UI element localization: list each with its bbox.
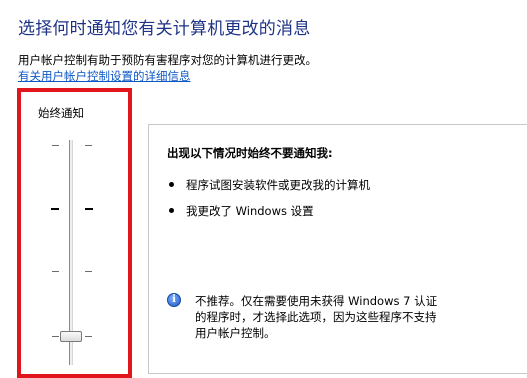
- bullet-icon: [169, 208, 174, 213]
- slider-tick-right-2: [85, 208, 93, 210]
- slider-tick-right-3: [85, 271, 92, 272]
- slider-tick-right-1: [85, 145, 92, 146]
- info-panel-heading: 出现以下情况时始终不要通知我:: [167, 146, 333, 160]
- slider-tick-right-4: [85, 336, 92, 337]
- info-bullet-item: 程序试图安装软件或更改我的计算机: [169, 177, 370, 193]
- page-title: 选择何时通知您有关计算机更改的消息: [18, 19, 311, 39]
- info-panel: 出现以下情况时始终不要通知我: 程序试图安装软件或更改我的计算机 我更改了 Wi…: [148, 124, 527, 374]
- info-icon: i: [167, 293, 181, 307]
- bullet-icon: [169, 182, 174, 187]
- info-note-line: 不推荐。仅在需要使用未获得 Windows 7 认证: [195, 294, 438, 308]
- slider-thumb[interactable]: [60, 331, 82, 342]
- info-note-line: 用户帐户控制。: [195, 326, 276, 340]
- slider-top-label: 始终通知: [38, 106, 84, 120]
- info-bullet-text: 我更改了 Windows 设置: [186, 204, 314, 218]
- description-text: 用户帐户控制有助于预防有害程序对您的计算机进行更改。: [18, 53, 317, 67]
- slider-tick-left-1: [52, 145, 59, 146]
- slider-tick-left-4: [52, 336, 59, 337]
- info-note-line: 的程序时，才选择此选项，因为这些程序不支持: [195, 310, 437, 324]
- info-bullet-item: 我更改了 Windows 设置: [169, 203, 314, 219]
- slider-tick-left-2: [51, 208, 59, 210]
- info-note: 不推荐。仅在需要使用未获得 Windows 7 认证 的程序时，才选择此选项，因…: [195, 293, 525, 341]
- info-bullet-text: 程序试图安装软件或更改我的计算机: [186, 178, 370, 192]
- uac-details-link[interactable]: 有关用户帐户控制设置的详细信息: [18, 68, 191, 84]
- slider-tick-left-3: [52, 271, 59, 272]
